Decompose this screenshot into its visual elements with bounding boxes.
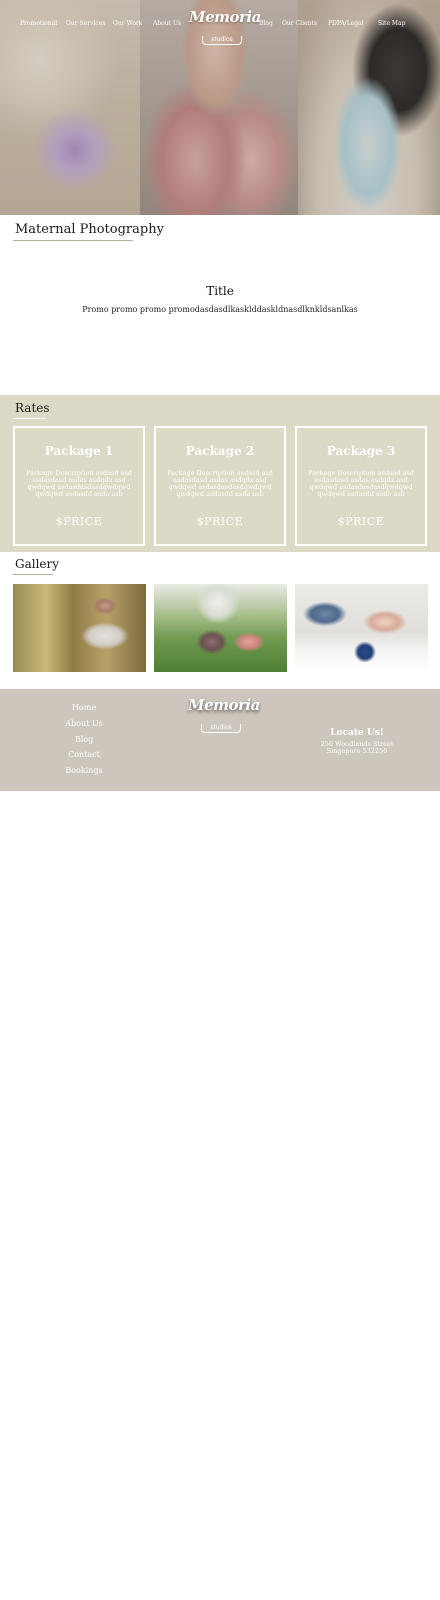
package-price: $PRICE xyxy=(196,515,244,528)
gallery-heading-underline xyxy=(13,574,53,575)
package-price: $PRICE xyxy=(337,515,385,528)
gallery-photo-birthday-cake[interactable] xyxy=(295,584,428,672)
promo-text: Promo promo promo promodasdasdlkasklddas… xyxy=(82,305,358,314)
page-title: Maternal Photography xyxy=(15,222,164,237)
rates-heading: Rates xyxy=(15,401,50,415)
site-footer: Home About Us Blog Contact Bookings Memo… xyxy=(0,689,440,791)
address: 256 Woodlands Street Singapore 532256 xyxy=(305,741,409,755)
promo-title: Title xyxy=(206,284,234,298)
rates-section: Rates Package 1 Package Description asda… xyxy=(0,395,440,552)
footer-logo-wordmark: Memoria xyxy=(188,696,260,714)
package-card[interactable]: Package 1 Package Description asdasd asd… xyxy=(13,426,145,546)
package-card[interactable]: Package 2 Package Description asdasd asd… xyxy=(154,426,286,546)
logo-wordmark: Memoria xyxy=(189,8,261,26)
footer-link-about-us[interactable]: About Us xyxy=(43,719,125,728)
footer-logo-subtitle: studios xyxy=(201,724,241,733)
footer-link-contact[interactable]: Contact xyxy=(43,750,125,759)
nav-site-map[interactable]: Site Map xyxy=(378,20,405,27)
footer-logo[interactable]: Memoria studios xyxy=(188,696,260,733)
gallery-photo-couple-park[interactable] xyxy=(154,584,287,672)
package-name: Package 3 xyxy=(326,444,396,458)
rates-heading-underline xyxy=(13,418,45,419)
package-price: $PRICE xyxy=(55,515,103,528)
footer-link-bookings[interactable]: Bookings xyxy=(43,766,125,775)
footer-link-home[interactable]: Home xyxy=(43,703,125,712)
package-description: Package Description asdasd asd asdasdasd… xyxy=(167,469,273,498)
nav-our-work[interactable]: Our Work xyxy=(113,20,142,27)
gallery-heading: Gallery xyxy=(15,557,60,571)
address-line-2: Singapore 532256 xyxy=(326,747,388,755)
nav-blog[interactable]: Blog xyxy=(259,20,273,27)
gallery-photo-maternity-forest[interactable] xyxy=(13,584,146,672)
package-card[interactable]: Package 3 Package Description asdasd asd… xyxy=(295,426,427,546)
nav-pdpa-legal[interactable]: PDPA/Legal xyxy=(328,20,364,27)
logo-subtitle: studios xyxy=(202,36,242,45)
package-description: Package Description asdasd asd asdasdasd… xyxy=(308,469,414,498)
nav-our-services[interactable]: Our Services xyxy=(66,20,105,27)
package-description: Package Description asdasd asd asdasdasd… xyxy=(26,469,132,498)
page-title-underline xyxy=(13,240,133,241)
nav-promotional[interactable]: Promotional xyxy=(20,20,57,27)
package-name: Package 2 xyxy=(185,444,255,458)
locate-us-heading: Locate Us! xyxy=(330,728,384,738)
package-name: Package 1 xyxy=(44,444,114,458)
site-logo[interactable]: Memoria studios xyxy=(189,8,261,45)
nav-our-clients[interactable]: Our Clients xyxy=(282,20,317,27)
footer-link-blog[interactable]: Blog xyxy=(43,735,125,744)
hero-banner: Promotional Our Services Our Work About … xyxy=(0,0,440,215)
nav-about-us[interactable]: About Us xyxy=(153,20,181,27)
